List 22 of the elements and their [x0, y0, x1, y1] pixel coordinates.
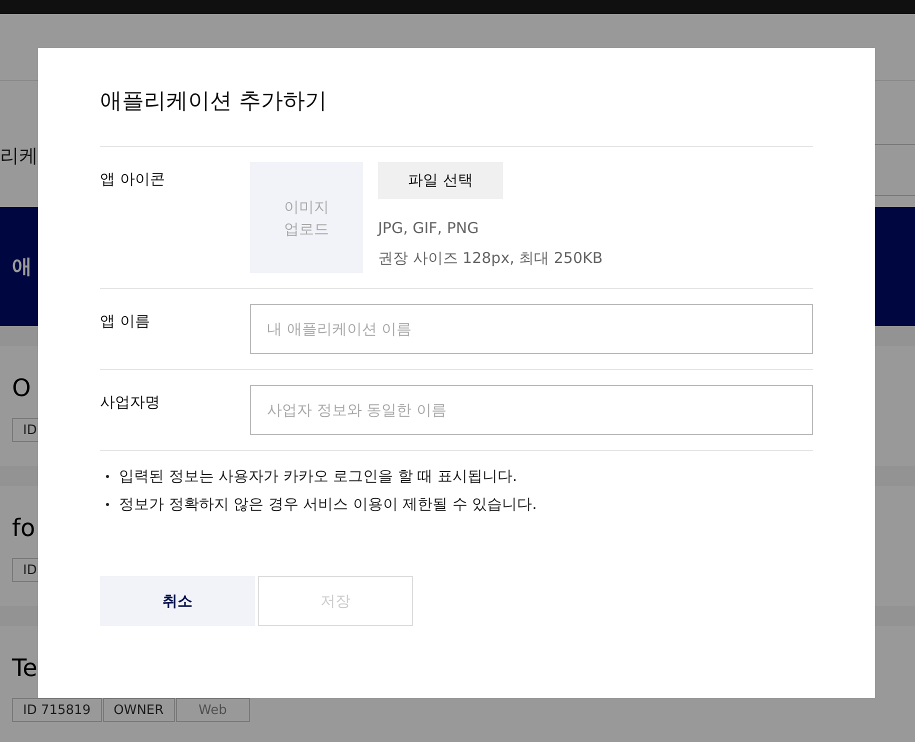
note-text: 입력된 정보는 사용자가 카카오 로그인을 할 때 표시됩니다.: [119, 467, 518, 486]
app-name: fo: [12, 514, 36, 542]
hint-text: JPG, GIF, PNG: [378, 218, 480, 239]
banner-title: 애: [12, 253, 32, 280]
bullet-icon: [106, 503, 109, 506]
input-field[interactable]: 사업자 정보와 동일한 이름: [250, 385, 813, 435]
file-select-button[interactable]: 파일 선택: [378, 162, 503, 199]
page-title: 리케: [0, 144, 38, 169]
bullet-icon: [106, 475, 109, 478]
field-label: 사업자명: [100, 392, 161, 413]
dialog-title: 애플리케이션 추가하기: [100, 88, 327, 116]
note-text: 정보가 정확하지 않은 경우 서비스 이용이 제한될 수 있습니다.: [119, 495, 537, 514]
app-name: Te: [12, 654, 38, 682]
cancel-button[interactable]: 취소: [100, 576, 255, 626]
input-field[interactable]: 내 애플리케이션 이름: [250, 304, 813, 354]
app-tag: Web: [176, 698, 250, 722]
field-label: 앱 이름: [100, 311, 151, 332]
hint-text: 권장 사이즈 128px, 최대 250KB: [378, 248, 603, 269]
app-name: O: [12, 374, 31, 402]
field-label: 앱 아이콘: [100, 169, 166, 190]
app-tag: OWNER: [102, 698, 175, 722]
app-tag: ID 715819: [12, 698, 102, 722]
